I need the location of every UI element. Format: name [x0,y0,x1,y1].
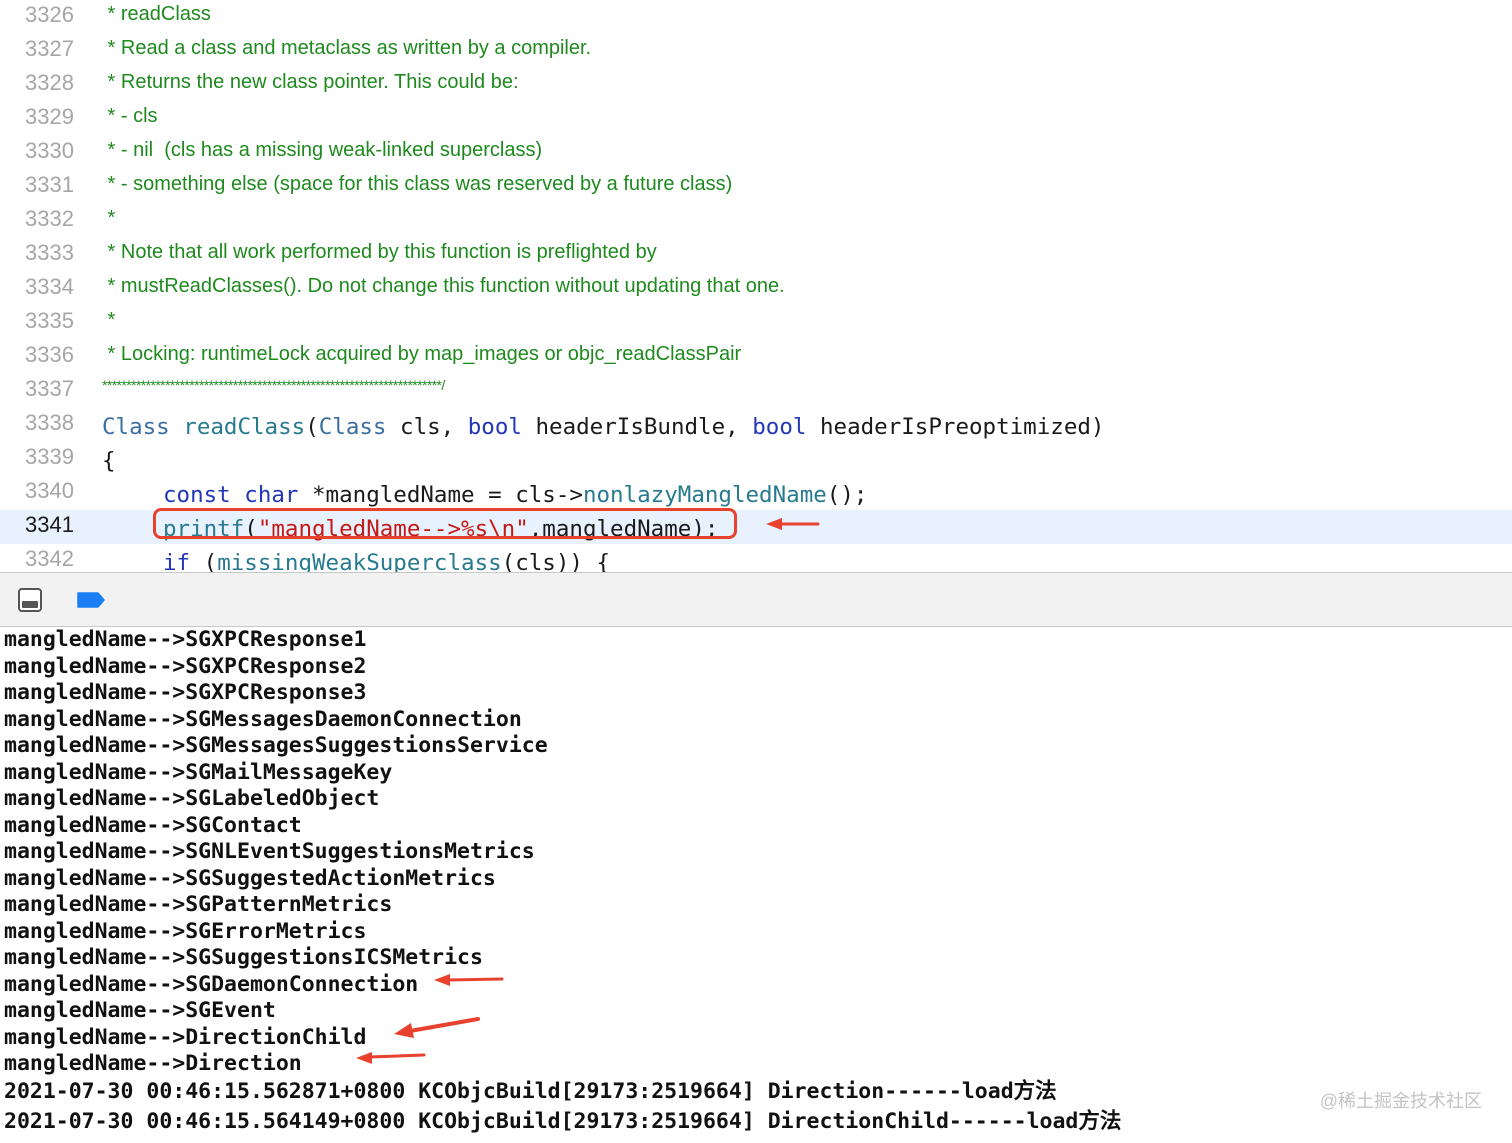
keyword-token: bool [467,414,522,440]
comment-text: * mustReadClasses(). Do not change this … [102,275,785,297]
function-signature: Class readClass(Class cls, bool headerIs… [102,410,1104,444]
line-number: 3336 [25,342,74,367]
comment-text: * - cls [102,105,158,127]
type-token: Class [318,414,387,440]
console-line: mangledName-->SGXPCResponse1 [4,627,367,652]
code-line[interactable]: 3334 * mustReadClasses(). Do not change … [0,272,1512,306]
line-number: 3329 [25,104,74,129]
param-token: headerIsPreoptimized) [806,414,1105,440]
open-brace: { [102,448,116,474]
line-number: 3337 [25,376,74,401]
console-line: mangledName-->SGEvent [4,998,276,1023]
keyword-token: const [163,482,231,508]
line-number: 3326 [25,2,74,27]
keyword-token: if [163,550,191,572]
code-line[interactable]: 3339 { [0,442,1512,476]
type-token: Class [102,414,170,440]
console-line: mangledName-->SGPatternMetrics [4,892,393,917]
line-number: 3342 [25,546,74,571]
code-line[interactable]: 3333 * Note that all work performed by t… [0,238,1512,272]
comment-border: ****************************************… [102,377,445,393]
if-statement: if (missingWeakSuperclass(cls)) { [163,546,610,572]
annotation-arrow-icon [356,1052,426,1064]
code-line[interactable]: 3332 * [0,204,1512,238]
comment-text: * [102,207,116,229]
comment-text: * Note that all work performed by this f… [102,241,657,263]
code-line[interactable]: 3326 * readClass [0,0,1512,34]
param-token: cls, [386,414,468,440]
console-line: mangledName-->DirectionChild [4,1024,367,1050]
annotation-arrow-icon [766,518,820,530]
punct-token: ( [305,414,319,440]
console-line: mangledName-->SGXPCResponse2 [4,653,367,679]
code-line[interactable]: 3337 ***********************************… [0,374,1512,408]
console-line: mangledName-->SGSuggestedActionMetrics [4,865,496,891]
line-number: 3335 [25,308,74,333]
console-line: mangledName-->SGMailMessageKey [4,759,393,785]
line-number: 3330 [25,138,74,163]
statement: const char *mangledName = cls->nonlazyMa… [163,478,867,512]
comment-text: * Returns the new class pointer. This co… [102,71,519,93]
console-line: mangledName-->SGNLEventSuggestionsMetric… [4,839,535,864]
code-line[interactable]: 3335 * [0,306,1512,340]
line-number: 3332 [25,206,74,231]
debug-bar [0,572,1512,627]
punct-token: (cls)) { [501,550,611,572]
function-call-token: missingWeakSuperclass [217,550,502,572]
line-number: 3338 [25,410,74,435]
annotation-arrow-icon [434,974,504,986]
keyword-token: bool [752,414,807,440]
code-line[interactable]: 3340 const char *mangledName = cls->nonl… [0,476,1512,510]
code-line[interactable]: 3328 * Returns the new class pointer. Th… [0,68,1512,102]
line-number: 3341 [25,512,74,537]
comment-text: * Read a class and metaclass as written … [102,37,592,59]
param-token: headerIsBundle, [521,414,753,440]
console-line: mangledName-->SGMessagesSuggestionsServi… [4,733,548,758]
code-line[interactable]: 3331 * - something else (space for this … [0,170,1512,204]
code-line[interactable]: 3327 * Read a class and metaclass as wri… [0,34,1512,68]
console-log-line: 2021-07-30 00:46:15.564149+0800 KCObjcBu… [4,1109,1122,1134]
bottom-panel-icon[interactable] [18,588,42,612]
line-number: 3333 [25,240,74,265]
comment-text: * Locking: runtimeLock acquired by map_i… [102,343,742,365]
plain-token: *mangledName = cls-> [298,482,583,508]
source-editor[interactable]: 3326 * readClass 3327 * Read a class and… [0,0,1512,572]
code-line[interactable]: 3329 * - cls [0,102,1512,136]
line-number: 3331 [25,172,74,197]
console-line: mangledName-->SGLabeledObject [4,786,380,811]
comment-text: * [102,309,116,331]
line-number: 3328 [25,70,74,95]
punct-token: ( [190,550,218,572]
console-log-line: 2021-07-30 00:46:15.562871+0800 KCObjcBu… [4,1079,1057,1104]
comment-text: * readClass [102,3,211,25]
comment-text: * - nil (cls has a missing weak-linked s… [102,139,543,161]
method-token: nonlazyMangledName [582,482,827,508]
punct-token: (); [826,482,868,508]
annotation-highlight-box [153,508,737,539]
code-line[interactable]: 3342 if (missingWeakSuperclass(cls)) { [0,544,1512,572]
console-line: mangledName-->SGContact [4,812,302,838]
code-line[interactable]: 3338 Class readClass(Class cls, bool hea… [0,408,1512,442]
console-output[interactable]: mangledName-->SGXPCResponse1 mangledName… [0,627,1512,1143]
breakpoint-icon[interactable] [76,591,106,609]
watermark: @稀土掘金技术社区 [1319,1091,1482,1111]
function-name-token: readClass [183,414,306,440]
console-line: mangledName-->SGXPCResponse3 [4,680,367,705]
code-line[interactable]: 3330 * - nil (cls has a missing weak-lin… [0,136,1512,170]
console-line: mangledName-->SGErrorMetrics [4,918,367,944]
console-line: mangledName-->SGMessagesDaemonConnection [4,706,522,732]
annotation-arrow-icon [394,1017,480,1038]
console-line: mangledName-->Direction [4,1051,302,1076]
line-number: 3334 [25,274,74,299]
line-number: 3327 [25,36,74,61]
comment-text: * - something else (space for this class… [102,173,733,195]
console-line: mangledName-->SGDaemonConnection [4,971,419,997]
keyword-token: char [244,482,299,508]
console-line: mangledName-->SGSuggestionsICSMetrics [4,945,483,970]
line-number: 3339 [25,444,74,469]
line-number: 3340 [25,478,74,503]
